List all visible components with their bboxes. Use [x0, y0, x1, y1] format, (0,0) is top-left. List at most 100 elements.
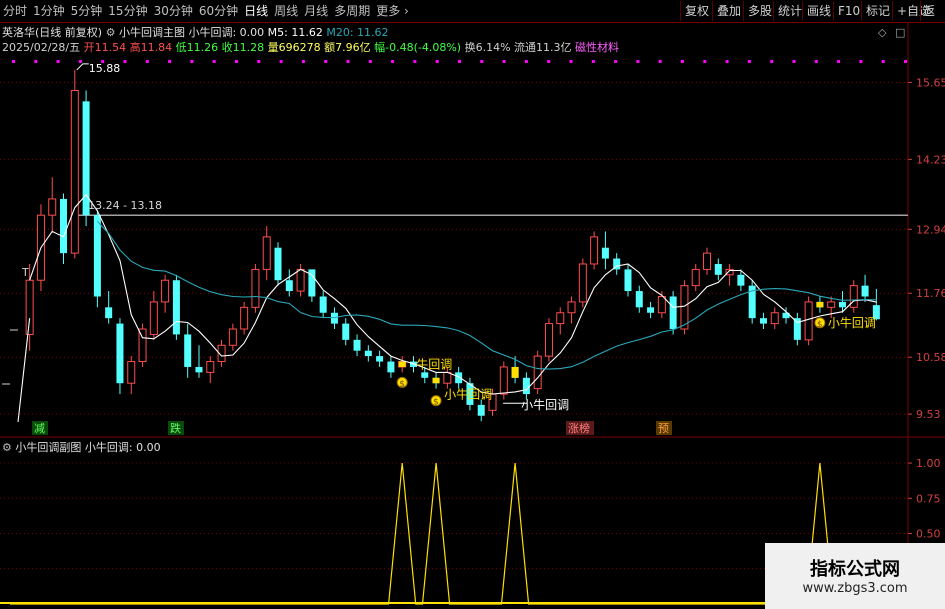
price-axis-label: 12.94 — [916, 223, 945, 236]
candle-body-down — [714, 263, 722, 275]
marker-dot — [681, 60, 684, 63]
price-axis-label: 9.53 — [916, 408, 941, 421]
signal-candle — [398, 361, 406, 367]
marker-dot — [279, 60, 283, 63]
candle-body-up — [567, 301, 576, 314]
marker-dot — [123, 60, 127, 63]
price-axis-label: 10.58 — [916, 351, 945, 364]
marker-dot — [725, 60, 729, 63]
marker-dot — [324, 60, 328, 63]
marker-dot — [391, 60, 395, 63]
price-axis-label: 15.65 — [916, 76, 945, 89]
candle-body-up — [149, 301, 158, 335]
candle-body-down — [353, 339, 361, 351]
signal-coin-icon-glyph: $ — [817, 320, 823, 330]
watermark-title: 指标公式网 — [810, 559, 900, 580]
candle-body-down — [285, 280, 293, 292]
candle-body-up — [228, 328, 237, 346]
candle-body-up — [691, 268, 700, 287]
candle-body-up — [499, 366, 508, 395]
marker-dot — [34, 60, 38, 63]
candle-body-down — [172, 280, 180, 335]
candle-body-up — [556, 312, 565, 325]
candle-body-up — [770, 312, 779, 325]
candle-body-down — [421, 372, 429, 378]
sub-axis-label: 0.75 — [916, 492, 941, 505]
kline-chart[interactable]: 15.8813.24 - 13.18$牛回调$小牛回调小牛回调$ 小牛回调减跌涨榜… — [0, 0, 945, 609]
candle-body-up — [827, 301, 836, 308]
marker-dot — [235, 60, 238, 63]
ma5-lead — [17, 318, 31, 423]
marker-dot — [881, 60, 885, 63]
candle-body-down — [669, 296, 677, 330]
marker-dot — [78, 60, 82, 63]
candle-body-down — [330, 312, 338, 324]
candle-body-down — [387, 361, 395, 373]
candle-body-up — [544, 323, 553, 357]
candle-body-up — [240, 306, 249, 330]
marker-dot — [569, 60, 573, 63]
marker-dot — [614, 60, 618, 63]
candle-body-up — [70, 90, 79, 254]
marker-dot — [636, 60, 640, 63]
signal-coin-icon-glyph: $ — [399, 379, 405, 389]
marker-dot — [591, 60, 595, 63]
candle-body-down — [342, 323, 350, 340]
marker-dot — [703, 60, 707, 63]
signal-coin-icon-glyph: $ — [433, 398, 439, 408]
watermark-url: www.zbgs3.com — [802, 581, 908, 596]
candle-body-up — [296, 268, 305, 292]
signal-candle — [432, 377, 440, 384]
candle-body-up — [206, 361, 215, 373]
price-axis-label: 14.23 — [916, 153, 945, 166]
tag-fall: 跌 — [170, 421, 181, 435]
candle-body-up — [849, 285, 858, 308]
candle-body-up — [804, 301, 813, 341]
tag-limit-up: 涨榜 — [568, 421, 590, 435]
candle-body-down — [737, 274, 745, 286]
marker-dot — [435, 60, 439, 63]
candle-body-up — [680, 285, 689, 330]
candle-body-down — [184, 334, 192, 367]
marker-dot — [346, 60, 350, 63]
candle-body-down — [116, 323, 124, 384]
candle-body-down — [759, 318, 767, 324]
candle-body-up — [25, 279, 34, 335]
candle-body-down — [376, 356, 384, 362]
signal-label: 小牛回调 — [444, 387, 492, 402]
watermark: 指标公式网 www.zbgs3.com — [765, 543, 945, 609]
marker-dot — [301, 60, 305, 63]
marker-dot — [859, 60, 863, 63]
candle-body-up — [703, 252, 712, 270]
sub-axis-label: 0.50 — [916, 528, 941, 541]
candle-body-up — [590, 236, 599, 265]
candle-body-down — [274, 247, 282, 281]
candle-body-up — [161, 279, 170, 303]
marker-dot — [837, 60, 841, 63]
candle-body-up — [657, 295, 666, 314]
marker-dot — [145, 60, 149, 63]
high-label: 15.88 — [89, 62, 121, 75]
signal-candle — [511, 366, 519, 378]
candle-body-up — [127, 361, 136, 384]
candle-body-down — [838, 301, 846, 308]
candle-body-down — [601, 247, 609, 259]
marker-dot — [904, 60, 907, 63]
candle-body-down — [647, 307, 655, 313]
candle-body-up — [443, 371, 452, 384]
marker-dot — [770, 60, 774, 63]
marker-dot — [458, 60, 461, 63]
marker-dot — [257, 60, 261, 63]
marker-dot — [168, 60, 172, 63]
candle-body-down — [477, 404, 485, 416]
marker-dot — [212, 60, 216, 63]
high-pointer — [76, 63, 89, 71]
marker-dot — [190, 60, 194, 63]
price-axis-label: 11.76 — [916, 287, 945, 300]
candle-body-down — [93, 215, 101, 297]
marker-dot — [56, 60, 60, 63]
marker-dot — [12, 60, 15, 63]
candle-body-down — [624, 269, 632, 292]
marker-dot — [480, 60, 484, 63]
sub-axis-label: 1.00 — [916, 457, 941, 470]
